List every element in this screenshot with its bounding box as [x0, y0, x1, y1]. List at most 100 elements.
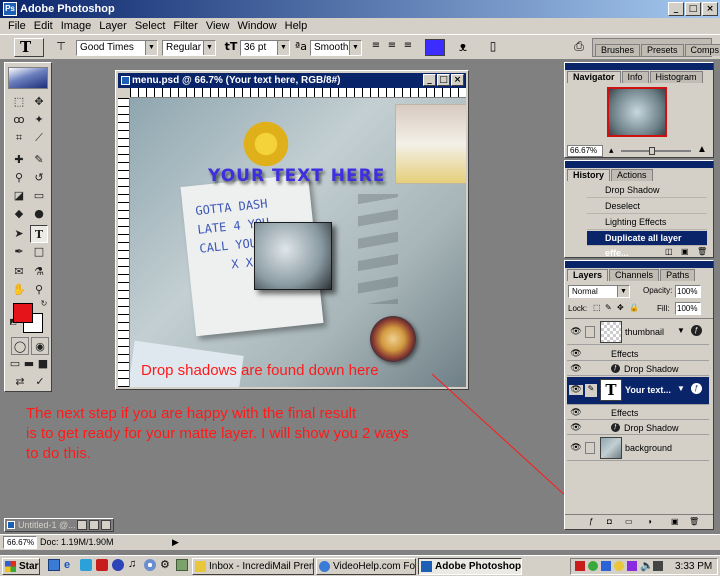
- app-title-bar[interactable]: Ps Adobe Photoshop _ □ ×: [0, 0, 720, 18]
- link-box[interactable]: [585, 326, 595, 338]
- quicklaunch-red-icon[interactable]: [96, 559, 108, 571]
- healing-brush-tool-icon[interactable]: ✚: [10, 151, 28, 169]
- visibility-eye-icon[interactable]: 👁: [569, 349, 583, 359]
- move-tool-icon[interactable]: ✥: [30, 93, 48, 111]
- history-item[interactable]: Drop Shadow: [587, 183, 707, 198]
- align-center-icon[interactable]: ≡: [386, 40, 398, 51]
- quicklaunch-music-icon[interactable]: ♫: [128, 558, 136, 570]
- taskbar-task-videohelp[interactable]: VideoHelp.com Forums :...: [316, 558, 416, 575]
- layer-mask-icon[interactable]: ◘: [607, 517, 612, 526]
- layer-style-icon[interactable]: ƒ: [589, 517, 593, 526]
- menu-image[interactable]: Image: [57, 20, 96, 32]
- layer-row-text-selected[interactable]: 👁 ✎ T Your text... ▼ ƒ: [567, 377, 709, 405]
- adjustment-layer-icon[interactable]: ◑: [647, 517, 652, 526]
- start-button[interactable]: Start: [2, 558, 40, 575]
- full-screen-mode-icon[interactable]: ■: [36, 355, 50, 373]
- quicklaunch-photo-icon[interactable]: [176, 559, 188, 571]
- history-brush-tool-icon[interactable]: ↺: [30, 169, 48, 187]
- layer-set-icon[interactable]: ▭: [625, 517, 633, 526]
- standard-mode-icon[interactable]: ◯: [11, 337, 29, 355]
- layer-effects-row[interactable]: 👁 Effects: [567, 347, 709, 361]
- foreground-color-swatch[interactable]: [13, 303, 33, 323]
- navigator-preview[interactable]: [607, 87, 667, 137]
- tool-preset-picker[interactable]: T: [14, 38, 44, 57]
- eyedropper-tool-icon[interactable]: ⚗: [30, 263, 48, 281]
- toolbox-header-feather-icon[interactable]: [8, 67, 48, 89]
- zoom-in-icon[interactable]: ▲: [697, 144, 707, 155]
- image-canvas[interactable]: GOTTA DASH LATE 4 YOU CALL YOU X X YOUR …: [130, 98, 466, 387]
- layer-row-background[interactable]: 👁 background: [567, 437, 709, 461]
- delete-layer-icon[interactable]: 🗑: [689, 517, 699, 526]
- quicklaunch-ie-icon[interactable]: e: [64, 559, 70, 571]
- quick-mask-mode-icon[interactable]: ◉: [31, 337, 49, 355]
- imageready-check-icon[interactable]: ✓: [31, 373, 49, 391]
- visibility-eye-icon[interactable]: 👁: [569, 423, 583, 433]
- tray-icon[interactable]: [653, 561, 663, 571]
- tab-layers[interactable]: Layers: [567, 269, 609, 281]
- history-snapshot-icon[interactable]: ◫: [665, 247, 673, 256]
- marquee-tool-icon[interactable]: ⬚: [10, 93, 28, 111]
- clone-stamp-tool-icon[interactable]: ⚲: [10, 169, 28, 187]
- well-tab-comps[interactable]: Comps: [684, 44, 720, 56]
- effects-icon[interactable]: ▼: [677, 326, 685, 335]
- blur-tool-icon[interactable]: ◆: [10, 205, 28, 223]
- gradient-tool-icon[interactable]: ▭: [30, 187, 48, 205]
- blend-mode-select[interactable]: Normal ▼: [568, 285, 630, 298]
- lock-move-icon[interactable]: ✥: [617, 303, 624, 312]
- tab-info[interactable]: Info: [621, 71, 649, 83]
- tab-histogram[interactable]: Histogram: [649, 71, 703, 83]
- tab-history[interactable]: History: [567, 169, 611, 181]
- menu-filter[interactable]: Filter: [169, 20, 201, 32]
- brush-tool-icon[interactable]: ✎: [30, 151, 48, 169]
- effects-badge-icon[interactable]: ƒ: [691, 383, 702, 394]
- zoom-slider-handle[interactable]: [649, 147, 655, 155]
- layers-panel-titlebar[interactable]: [565, 261, 713, 268]
- align-left-icon[interactable]: ≡: [370, 40, 382, 51]
- print-icon[interactable]: ⎙: [572, 39, 586, 54]
- font-family-select[interactable]: Good Times ▼: [76, 40, 158, 56]
- well-tab-brushes[interactable]: Brushes: [595, 44, 641, 56]
- type-tool-icon[interactable]: T: [30, 225, 48, 243]
- status-menu-arrow-icon[interactable]: ▶: [172, 537, 179, 548]
- tab-navigator[interactable]: Navigator: [567, 71, 621, 83]
- dodge-tool-icon[interactable]: ●: [30, 205, 48, 223]
- tab-channels[interactable]: Channels: [609, 269, 660, 281]
- tray-icon[interactable]: [588, 561, 598, 571]
- close-icon[interactable]: [101, 520, 111, 530]
- crop-tool-icon[interactable]: ⌗: [10, 129, 28, 147]
- history-panel-titlebar[interactable]: [565, 161, 713, 168]
- layer-effect-drop-shadow[interactable]: 👁 ƒ Drop Shadow: [567, 421, 709, 435]
- clock[interactable]: 3:33 PM: [675, 561, 712, 572]
- history-delete-icon[interactable]: 🗑: [697, 247, 707, 256]
- history-item[interactable]: Lighting Effects: [587, 215, 707, 230]
- maximize-icon[interactable]: [89, 520, 99, 530]
- palettes-toggle-icon[interactable]: ▯: [486, 39, 500, 53]
- quicklaunch-disc-icon[interactable]: [144, 559, 156, 571]
- menu-edit[interactable]: Edit: [30, 20, 57, 32]
- slice-tool-icon[interactable]: ⟋: [30, 129, 48, 147]
- visibility-eye-icon[interactable]: 👁: [569, 364, 583, 374]
- shape-tool-icon[interactable]: □: [30, 243, 48, 261]
- menu-view[interactable]: View: [202, 20, 234, 32]
- history-item-selected[interactable]: Duplicate all layer effe...: [587, 231, 707, 258]
- layer-effect-drop-shadow[interactable]: 👁 ƒ Drop Shadow: [567, 362, 709, 376]
- document-title-bar[interactable]: menu.psd @ 66.7% (Your text here, RGB/8#…: [118, 73, 466, 88]
- hand-tool-icon[interactable]: ✋: [10, 281, 28, 299]
- quicklaunch-tool-icon[interactable]: ⚙: [160, 558, 170, 571]
- eraser-tool-icon[interactable]: ◪: [10, 187, 28, 205]
- visibility-eye-icon[interactable]: 👁: [569, 327, 583, 337]
- tray-icon[interactable]: [627, 561, 637, 571]
- effects-badge-icon[interactable]: ƒ: [691, 325, 702, 336]
- pen-tool-icon[interactable]: ✒: [10, 243, 28, 261]
- well-tab-presets[interactable]: Presets: [641, 44, 684, 56]
- font-style-select[interactable]: Regular ▼: [162, 40, 216, 56]
- font-size-select[interactable]: 36 pt ▼: [240, 40, 290, 56]
- swap-colors-icon[interactable]: ↻: [39, 299, 49, 309]
- layer-effects-row[interactable]: 👁 Effects: [567, 406, 709, 420]
- text-color-swatch[interactable]: [425, 39, 445, 56]
- antialias-select[interactable]: Smooth ▼: [310, 40, 362, 56]
- maximize-button[interactable]: □: [685, 2, 701, 16]
- notes-tool-icon[interactable]: ✉: [10, 263, 28, 281]
- magic-wand-tool-icon[interactable]: ✦: [30, 111, 48, 129]
- quicklaunch-app-icon[interactable]: [80, 559, 92, 571]
